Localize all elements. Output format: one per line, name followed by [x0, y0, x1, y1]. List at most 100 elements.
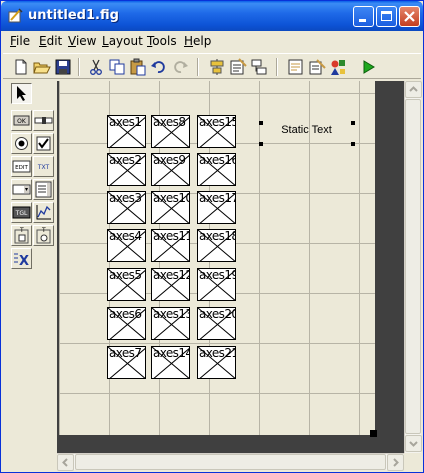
menu-view[interactable]: View [68, 34, 96, 48]
axes-component[interactable]: axes5 [107, 268, 146, 301]
vertical-scrollbar[interactable] [404, 81, 422, 453]
menu-edit-mnemonic: E [39, 34, 47, 48]
button-group-tool[interactable]: T [33, 225, 54, 246]
open-folder-icon[interactable] [33, 58, 51, 76]
edit-text-tool[interactable]: EDIT [11, 156, 32, 177]
axes-component[interactable]: axes9 [151, 153, 190, 186]
popup-menu-tool[interactable] [11, 179, 32, 200]
minimize-button[interactable] [353, 6, 374, 27]
redo-icon[interactable] [171, 58, 189, 76]
static-text-tool-label: TXT [37, 164, 50, 171]
static-text-label: Static Text [281, 124, 332, 136]
m-file-editor-icon[interactable] [287, 58, 305, 76]
figure-resize-handle[interactable] [370, 430, 377, 437]
panel-tool[interactable]: T [11, 225, 32, 246]
axes-component[interactable]: axes20 [197, 307, 236, 340]
vertical-scroll-thumb[interactable] [405, 99, 421, 434]
axes-component[interactable]: axes16 [197, 153, 236, 186]
axes-tool-icon [36, 205, 51, 220]
horizontal-scroll-thumb[interactable] [75, 454, 386, 470]
object-browser-icon[interactable] [329, 58, 347, 76]
selection-handle-top-right[interactable] [351, 121, 355, 125]
listbox-tool[interactable] [33, 179, 54, 200]
scroll-down-button[interactable] [405, 435, 422, 452]
axes-component[interactable]: axes10 [151, 191, 190, 224]
selection-handle-top-left[interactable] [259, 121, 263, 125]
selection-handle-bottom-right[interactable] [351, 142, 355, 146]
horizontal-scrollbar[interactable] [57, 453, 404, 471]
push-button-tool[interactable]: OK [11, 110, 32, 131]
activex-control-tool-icon: X [14, 253, 29, 269]
scroll-right-button[interactable] [387, 454, 404, 471]
edit-text-tool-icon: EDIT [12, 160, 31, 173]
menu-help-label: elp [193, 34, 212, 48]
axes-component[interactable]: axes18 [197, 229, 236, 262]
activex-control-tool[interactable]: X [11, 248, 32, 269]
axes-component[interactable]: axes13 [151, 307, 190, 340]
checkbox-tool[interactable] [33, 133, 54, 154]
axes-component[interactable]: axes15 [197, 115, 236, 148]
axes-component[interactable]: axes3 [107, 191, 146, 224]
axes-tag-label: axes5 [109, 268, 142, 282]
edit-text-tool-label: EDIT [15, 165, 28, 171]
menu-edit[interactable]: Edit [39, 34, 62, 48]
axes-component[interactable]: axes1 [107, 115, 146, 148]
scroll-left-button[interactable] [57, 454, 74, 471]
menu-layout[interactable]: Layout [102, 34, 143, 48]
new-file-icon[interactable] [12, 58, 30, 76]
axes-tag-label: axes18 [199, 229, 236, 243]
axes-component[interactable]: axes6 [107, 307, 146, 340]
select-tool[interactable] [11, 83, 32, 104]
static-text-component[interactable]: Static Text [260, 122, 353, 144]
title-bar[interactable]: untitled1.fig [1, 1, 423, 31]
push-button-tool-label: OK [17, 118, 27, 125]
menu-file[interactable]: File [10, 34, 30, 48]
slider-tool[interactable] [33, 110, 54, 131]
axes-component[interactable]: axes19 [197, 268, 236, 301]
menu-file-label: ile [16, 34, 31, 48]
chevron-left-icon [62, 458, 68, 467]
menu-edit-label: dit [46, 34, 63, 48]
axes-component[interactable]: axes11 [151, 229, 190, 262]
axes-tag-label: axes16 [199, 153, 236, 167]
property-inspector-icon[interactable] [308, 58, 326, 76]
menu-editor-icon[interactable] [229, 58, 247, 76]
menu-help[interactable]: Help [184, 34, 211, 48]
axes-tool[interactable] [33, 202, 54, 223]
push-button-tool-icon: OK [13, 115, 30, 126]
axes-tag-label: axes4 [109, 229, 142, 243]
axes-component[interactable]: axes12 [151, 268, 190, 301]
menu-view-mnemonic: V [68, 34, 76, 48]
radio-button-tool[interactable] [11, 133, 32, 154]
align-objects-icon[interactable] [208, 58, 226, 76]
save-icon[interactable] [54, 58, 72, 76]
axes-component[interactable]: axes7 [107, 346, 146, 379]
close-button[interactable] [399, 6, 420, 27]
axes-component[interactable]: axes8 [151, 115, 190, 148]
selection-handle-bottom-left[interactable] [259, 142, 263, 146]
cut-icon[interactable] [87, 58, 105, 76]
axes-component[interactable]: axes21 [197, 346, 236, 379]
axes-tag-label: axes13 [153, 307, 190, 321]
copy-icon[interactable] [108, 58, 126, 76]
scroll-up-button[interactable] [405, 81, 422, 98]
axes-component[interactable]: axes2 [107, 153, 146, 186]
toolbar-separator [197, 58, 199, 76]
run-icon[interactable] [359, 58, 377, 76]
figure-icon [8, 8, 23, 23]
panel-tool-icon: T [14, 227, 29, 244]
axes-component[interactable]: axes14 [151, 346, 190, 379]
axes-component[interactable]: axes4 [107, 229, 146, 262]
axes-component[interactable]: axes17 [197, 191, 236, 224]
axes-tag-label: axes8 [153, 115, 186, 129]
menu-tools[interactable]: Tools [147, 34, 177, 48]
undo-icon[interactable] [150, 58, 168, 76]
toggle-button-tool-label: TGL [15, 210, 28, 217]
static-text-tool[interactable]: TXT [33, 156, 54, 177]
axes-tag-label: axes11 [153, 229, 190, 243]
toggle-button-tool[interactable]: TGL [11, 202, 32, 223]
minimize-icon [359, 19, 366, 22]
tab-order-editor-icon[interactable] [250, 58, 268, 76]
paste-icon[interactable] [129, 58, 147, 76]
maximize-button[interactable] [376, 6, 397, 27]
